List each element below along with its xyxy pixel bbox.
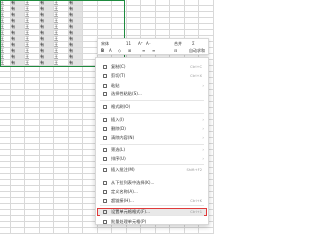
submenu-arrow-icon: › [202,147,204,152]
menu-item[interactable]: 剪切(T) Ctrl+X [97,72,207,80]
menu-item-icon [103,118,107,122]
grid-cell[interactable] [11,228,25,234]
menu-item-label: 复制(C) [111,64,126,69]
merge-icon[interactable]: ⊟ [174,48,177,53]
menu-item-icon [103,199,107,203]
menu-item[interactable]: 从下拉列表中选择(K)... [97,179,207,187]
menu-item[interactable]: 清除内容(N) › [97,134,207,142]
menu-item-icon [103,127,107,131]
align-left-icon[interactable]: ≡ [142,48,145,53]
menu-item-label: 插入(I) [111,117,124,122]
fill-color-icon[interactable]: ◇ [118,48,121,53]
menu-item-label: 清除内容(N) [111,135,135,140]
menu-item-icon [103,220,107,224]
menu-item-label: 格式刷(O) [111,104,131,109]
bold-button[interactable]: B [101,48,104,53]
menu-item[interactable]: 插入(I) › [97,116,207,124]
font-size-box[interactable]: 11 [126,41,131,46]
grid-cell[interactable] [156,228,170,234]
sum-symbol[interactable]: Σ [192,41,195,46]
grid-cell[interactable] [40,228,54,234]
menu-item-label: 筛选(L) [111,147,125,152]
menu-item-label: 批量处理单元格(P) [111,219,147,224]
menu-item-label: 剪切(T) [111,73,126,78]
menu-item-icon [103,65,107,69]
menu-item-shortcut: Ctrl+K [190,199,202,203]
menu-item-icon [103,181,107,185]
menu-item-icon [103,84,107,88]
menu-item-label: 从下拉列表中选择(K)... [111,180,155,185]
context-menu: 复制(C) Ctrl+C 剪切(T) Ctrl+X 粘贴 › 选择性粘贴(S)... 格式刷(… [95,57,209,225]
merge-button[interactable]: 合并 [174,41,182,46]
menu-item-label: 删除(D) [111,126,126,131]
submenu-arrow-icon: › [202,117,204,122]
font-name-box[interactable]: 宋体 [101,41,109,46]
menu-item-shortcut: Shift+F2 [186,168,202,172]
grid-cell[interactable] [98,228,112,234]
grid-cell[interactable] [0,228,11,234]
grow-font-button[interactable]: A⁺ [138,41,143,46]
shrink-font-button[interactable]: A⁻ [146,41,151,46]
menu-item-label: 排序(U) [111,156,126,161]
menu-item-shortcut: Ctrl+C [190,65,202,69]
border-icon[interactable]: ⊞ [128,48,131,53]
grid-cell[interactable] [170,228,185,234]
grid-cell[interactable] [112,228,127,234]
submenu-arrow-icon: › [202,156,204,161]
grid-cell[interactable] [54,228,69,234]
menu-item-shortcut: Ctrl+X [190,74,202,78]
grid-cell[interactable] [141,228,156,234]
menu-item-icon [103,92,107,96]
submenu-arrow-icon: › [202,126,204,131]
menu-item[interactable]: 删除(D) › [97,125,207,133]
menu-item-label: 超链接(H)... [111,198,134,203]
grid-cell[interactable] [127,228,141,234]
menu-item[interactable]: 复制(C) Ctrl+C [97,63,207,71]
menu-item-icon [103,136,107,140]
submenu-arrow-icon: › [202,83,204,88]
menu-item-label: 选择性粘贴(S)... [111,91,142,96]
mini-toolbar: 宋体 11 A⁺ A⁻ 合并 Σ B A ◇ ⊞ ≡ ≡ ⊟ 自动求和 [97,38,209,55]
menu-separator [100,144,204,145]
menu-item-icon [103,168,107,172]
menu-separator [100,205,204,206]
sum-label[interactable]: 自动求和 [189,48,205,53]
menu-item[interactable]: 格式刷(O) [97,103,207,111]
grid-cell[interactable] [83,228,98,234]
align-center-icon[interactable]: ≡ [152,48,155,53]
menu-separator [100,100,204,101]
menu-separator [100,164,204,165]
menu-item-icon [103,74,107,78]
submenu-arrow-icon: › [202,135,204,140]
grid-cell[interactable] [25,228,40,234]
menu-item[interactable]: 粘贴 › [97,82,207,90]
font-color-icon[interactable]: A [109,48,112,53]
menu-item-icon [103,190,107,194]
menu-item-icon [103,157,107,161]
menu-item-label: 粘贴 [111,83,120,88]
menu-item[interactable]: 超链接(H)... Ctrl+K [97,197,207,205]
menu-item-label: 定义名称(A)... [111,189,138,194]
menu-item[interactable]: 排序(U) › [97,155,207,163]
menu-item[interactable]: 定义名称(A)... [97,188,207,196]
grid-cell[interactable] [69,228,83,234]
menu-separator [100,113,204,114]
menu-item[interactable]: 选择性粘贴(S)... [97,90,207,98]
menu-separator [100,215,204,216]
menu-item-label: 插入批注(M) [111,167,135,172]
menu-item[interactable]: 插入批注(M) Shift+F2 [97,166,207,174]
grid-cell[interactable] [185,228,199,234]
menu-item[interactable]: 筛选(L) › [97,146,207,154]
menu-item[interactable]: 批量处理单元格(P) [97,218,207,226]
menu-item-icon [103,148,107,152]
grid-cell[interactable] [199,228,214,234]
menu-item-icon [103,105,107,109]
